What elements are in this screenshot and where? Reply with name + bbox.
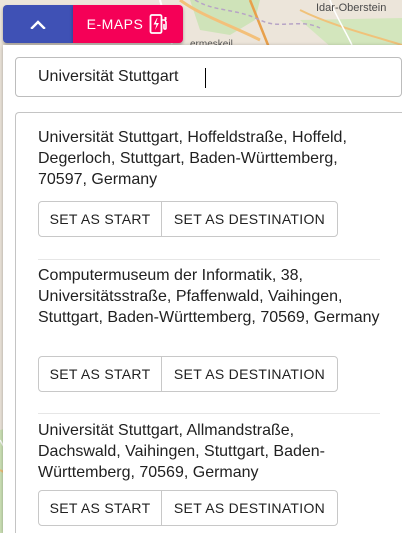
map-label-idar-oberstein: Idar-Oberstein bbox=[316, 2, 387, 14]
result-address: Universität Stuttgart, Allmandstraße, Da… bbox=[38, 422, 325, 481]
search-input[interactable] bbox=[16, 58, 401, 96]
app-root: Idar-Oberstein ermeskeil E-MAPS Universi… bbox=[0, 0, 402, 533]
result-item: Computermuseum der Informatik, 38, Unive… bbox=[38, 265, 380, 392]
emaps-button-label: E-MAPS bbox=[86, 16, 144, 32]
result-address: Universität Stuttgart, Hoffeldstraße, Ho… bbox=[38, 129, 347, 188]
set-as-start-button[interactable]: SET AS START bbox=[39, 202, 162, 236]
emaps-button[interactable]: E-MAPS bbox=[73, 5, 183, 43]
collapse-panel-button[interactable] bbox=[3, 5, 73, 43]
result-divider bbox=[38, 259, 380, 260]
result-item: Universität Stuttgart, Hoffeldstraße, Ho… bbox=[38, 127, 380, 237]
set-as-destination-button[interactable]: SET AS DESTINATION bbox=[162, 491, 337, 525]
result-actions: SET AS START SET AS DESTINATION bbox=[38, 201, 338, 237]
set-as-destination-button[interactable]: SET AS DESTINATION bbox=[162, 202, 337, 236]
set-as-start-button[interactable]: SET AS START bbox=[39, 491, 162, 525]
search-field[interactable] bbox=[15, 57, 402, 97]
set-as-destination-button[interactable]: SET AS DESTINATION bbox=[162, 357, 337, 391]
result-actions: SET AS START SET AS DESTINATION bbox=[38, 356, 338, 392]
search-results-list: Universität Stuttgart, Hoffeldstraße, Ho… bbox=[15, 112, 402, 533]
result-item: Universität Stuttgart, Allmandstraße, Da… bbox=[38, 420, 380, 526]
search-panel: Universität Stuttgart, Hoffeldstraße, Ho… bbox=[3, 45, 402, 533]
result-address: Computermuseum der Informatik, 38, Unive… bbox=[38, 267, 380, 326]
set-as-start-button[interactable]: SET AS START bbox=[39, 357, 162, 391]
chevron-up-icon bbox=[30, 20, 46, 29]
ev-charging-icon bbox=[149, 14, 168, 34]
result-actions: SET AS START SET AS DESTINATION bbox=[38, 490, 338, 526]
text-caret bbox=[205, 68, 206, 88]
result-divider bbox=[38, 413, 380, 414]
